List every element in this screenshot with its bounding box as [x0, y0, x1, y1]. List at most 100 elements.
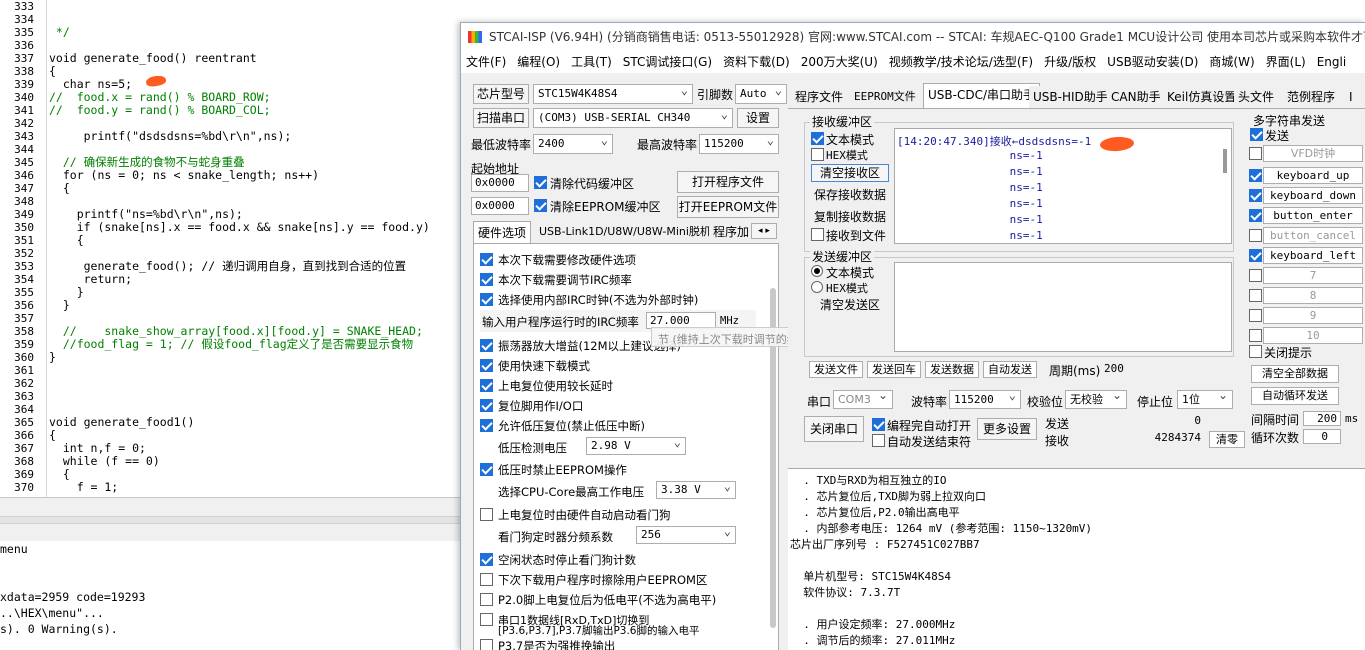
menu-item[interactable]: 界面(L) [1261, 51, 1311, 73]
chip-model-select[interactable]: STC15W4K48S4 [533, 84, 693, 104]
multi-string-item[interactable]: 7 [1263, 267, 1363, 284]
code-line[interactable]: printf("dsdsdsns=%bd\r\n",ns); [47, 130, 460, 143]
interval-input[interactable]: 200 [1303, 411, 1341, 426]
tx-text-mode-radio[interactable] [811, 265, 823, 277]
window-title-bar[interactable]: STCAI-ISP (V6.94H) (分销商销售电话: 0513-550129… [461, 23, 1365, 51]
max-baud-select[interactable]: 115200 [699, 134, 779, 154]
eeprom-address-input[interactable]: 0x0000 [471, 197, 529, 215]
option-row[interactable]: 复位脚用作I/O口 [478, 396, 768, 416]
port-select[interactable]: (COM3) USB-SERIAL CH340 [533, 108, 733, 128]
auto-open-checkbox[interactable] [872, 418, 885, 431]
loop-count-input[interactable]: 0 [1303, 429, 1341, 444]
send-data-button[interactable]: 发送数据 [925, 361, 979, 378]
clear-eeprom-checkbox[interactable] [534, 199, 547, 212]
menu-item[interactable]: 视频教学/技术论坛/选型(F) [884, 51, 1038, 73]
option-row[interactable]: 本次下载需要调节IRC频率 [478, 270, 768, 290]
cpu-voltage-select[interactable]: 3.38 V [656, 481, 736, 499]
tab-examples[interactable]: 范例程序 [1283, 86, 1340, 108]
open-eeprom-button[interactable]: 打开EEPROM文件 [677, 196, 779, 218]
option-row[interactable]: 串口1数据线[RxD,TxD]切换到 [P3.6,P3.7],P3.7脚输出P3.… [478, 610, 768, 637]
code-line[interactable]: } [47, 286, 460, 299]
period-input[interactable]: 200 [1101, 361, 1129, 378]
tab-hardware-options[interactable]: 硬件选项 [473, 221, 532, 243]
code-line[interactable] [47, 13, 460, 26]
multi-string-item[interactable]: 8 [1263, 287, 1363, 304]
code-editor[interactable]: 333 334 335 336 337 338 339 340 341 342 343 344 345 3… [0, 0, 460, 497]
code-line[interactable] [47, 364, 460, 377]
multi-string-checkbox[interactable] [1249, 289, 1262, 302]
code-line[interactable] [47, 377, 460, 390]
code-line[interactable]: if (snake[ns].x == food.x && snake[ns].y… [47, 221, 460, 234]
lvd-select[interactable]: 2.98 V [586, 437, 686, 455]
tab-keil-settings[interactable]: Keil仿真设置 [1163, 86, 1241, 108]
vfd-checkbox[interactable] [1249, 147, 1262, 160]
multi-string-item[interactable]: button_cancel [1263, 227, 1363, 244]
code-line[interactable]: void generate_food1() [47, 416, 460, 429]
menu-item[interactable]: 商城(W) [1204, 51, 1259, 73]
code-line[interactable]: void generate_food() reentrant [47, 52, 460, 65]
tx-clear-button[interactable]: 清空发送区 [811, 296, 889, 314]
rx-to-file-checkbox[interactable] [811, 228, 824, 241]
option-row[interactable]: P2.0脚上电复位后为低电平(不选为高电平) [478, 590, 768, 610]
tab-header-file[interactable]: 头文件 [1234, 86, 1279, 108]
multi-string-item[interactable]: keyboard_left [1263, 247, 1363, 264]
tab-usb-cdc-serial[interactable]: USB-CDC/串口助手 [923, 83, 1041, 108]
open-program-button[interactable]: 打开程序文件 [677, 171, 779, 193]
tx-hex-mode-radio[interactable] [811, 281, 823, 293]
parity-select[interactable]: 无校验 [1065, 390, 1127, 409]
menu-item[interactable]: 升级/版权 [1039, 51, 1101, 73]
tab-scroll-arrows[interactable]: ◂ ▸ [751, 223, 777, 239]
multi-string-checkbox[interactable] [1249, 329, 1262, 342]
tab-program-file[interactable]: 程序文件 [791, 86, 848, 108]
tab-program-encrypt[interactable]: 程序加 [709, 221, 754, 243]
auto-loop-send-button[interactable]: 自动循环发送 [1251, 387, 1339, 405]
rx-clear-button[interactable]: 清空接收区 [811, 164, 889, 182]
multi-string-item[interactable]: keyboard_down [1263, 187, 1363, 204]
code-line[interactable]: for (ns = 0; ns < snake_length; ns++) [47, 169, 460, 182]
clear-counts-button[interactable]: 清零 [1209, 431, 1245, 448]
code-line[interactable]: */ [47, 26, 460, 39]
multi-string-item[interactable]: button_enter [1263, 207, 1363, 224]
menu-item[interactable]: USB驱动安装(D) [1102, 51, 1203, 73]
multi-string-item[interactable]: 9 [1263, 307, 1363, 324]
pins-select[interactable]: Auto [735, 84, 787, 104]
auto-send-button[interactable]: 自动发送 [983, 361, 1037, 378]
option-row[interactable]: 允许低压复位(禁止低压中断) [478, 416, 768, 436]
code-line[interactable]: { [47, 234, 460, 247]
clear-code-checkbox[interactable] [534, 176, 547, 189]
tab-eeprom-file[interactable]: EEPROM文件 [850, 86, 920, 108]
multi-string-checkbox[interactable] [1249, 309, 1262, 322]
rx-data-area[interactable]: [14:20:47.340]接收←dsdsdsns=-1 ns=-1 ns=-1… [894, 128, 1232, 244]
option-row[interactable]: 上电复位时由硬件自动启动看门狗 [478, 505, 768, 525]
send-return-button[interactable]: 发送回车 [867, 361, 921, 378]
send-file-button[interactable]: 发送文件 [809, 361, 863, 378]
multi-string-checkbox[interactable] [1249, 209, 1262, 222]
menu-item[interactable]: STC调试接口(G) [618, 51, 717, 73]
option-row[interactable]: P3.7是否为强推挽输出 [478, 636, 768, 650]
close-port-button[interactable]: 关闭串口 [804, 416, 864, 442]
multi-string-checkbox[interactable] [1249, 269, 1262, 282]
menu-item[interactable]: 文件(F) [461, 51, 511, 73]
close-hint-checkbox[interactable] [1249, 345, 1262, 358]
option-row[interactable]: 本次下载需要修改硬件选项 [478, 250, 768, 270]
code-line[interactable]: { [47, 182, 460, 195]
option-row[interactable]: 空闲状态时停止看门狗计数 [478, 550, 768, 570]
tab-more[interactable]: I [1345, 86, 1357, 108]
tx-data-area[interactable] [894, 262, 1232, 352]
stop-bits-select[interactable]: 1位 [1177, 390, 1233, 409]
tab-can-helper[interactable]: CAN助手 [1107, 86, 1165, 108]
multi-string-item[interactable]: keyboard_up [1263, 167, 1363, 184]
auto-send-end-checkbox[interactable] [872, 434, 885, 447]
code-line[interactable]: f = 1; [47, 481, 460, 494]
rx-copy-button[interactable]: 复制接收数据 [811, 208, 889, 226]
scan-port-button[interactable]: 扫描串口 [473, 108, 529, 128]
code-line[interactable]: while (f == 0) [47, 455, 460, 468]
code-address-input[interactable]: 0x0000 [471, 174, 529, 192]
code-line[interactable]: // food.y = rand() % BOARD_COL; [47, 104, 460, 117]
vfd-button[interactable]: VFD时钟 [1263, 145, 1363, 162]
menu-item[interactable]: 200万大奖(U) [796, 51, 883, 73]
rx-text-mode-checkbox[interactable] [811, 132, 824, 145]
menu-item[interactable]: 资料下载(D) [718, 51, 795, 73]
clear-all-data-button[interactable]: 清空全部数据 [1251, 365, 1339, 383]
rx-scrollbar[interactable] [1223, 149, 1227, 173]
